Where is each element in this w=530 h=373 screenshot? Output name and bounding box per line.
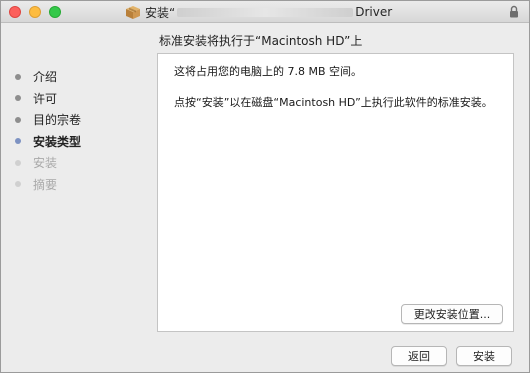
step-label: 目的宗卷 (33, 113, 82, 128)
step-label: 摘要 (33, 177, 58, 192)
step-destination: 目的宗卷 (15, 109, 145, 131)
step-installation-type: 安装类型 (15, 131, 145, 153)
package-icon (126, 5, 140, 19)
install-destination-heading: 标准安装将执行于“Macintosh HD”上 (159, 34, 363, 48)
step-bullet-active (15, 138, 21, 145)
back-button[interactable]: 返回 (391, 346, 447, 366)
step-label: 安装 (33, 156, 58, 171)
installer-steps: 介绍 许可 目的宗卷 安装类型 安装 摘要 (15, 66, 145, 195)
step-bullet (15, 159, 21, 166)
step-bullet (15, 95, 21, 102)
install-instruction-text: 点按“安装”以在磁盘“Macintosh HD”上执行此软件的标准安装。 (174, 96, 493, 109)
step-introduction: 介绍 (15, 66, 145, 88)
content-panel: 这将占用您的电脑上的 7.8 MB 空间。 点按“安装”以在磁盘“Macinto… (157, 53, 514, 332)
step-license: 许可 (15, 88, 145, 110)
install-button[interactable]: 安装 (456, 346, 512, 366)
step-bullet (15, 181, 21, 188)
step-label: 安装类型 (33, 134, 82, 149)
zoom-window-button[interactable] (49, 6, 61, 18)
close-window-button[interactable] (9, 6, 21, 18)
title-bar: 安装“ Driver (1, 1, 529, 23)
lock-icon (510, 5, 518, 18)
disk-space-text: 这将占用您的电脑上的 7.8 MB 空间。 (174, 65, 363, 78)
step-installation: 安装 (15, 152, 145, 174)
minimize-window-button[interactable] (29, 6, 41, 18)
step-label: 介绍 (33, 70, 58, 85)
step-bullet (15, 73, 21, 80)
change-install-location-button[interactable]: 更改安装位置... (401, 304, 503, 324)
window-title: 安装“ Driver (126, 4, 392, 20)
redacted-product-name (177, 7, 354, 17)
step-bullet (15, 116, 21, 123)
window-title-prefix: 安装“ (145, 5, 176, 20)
step-label: 许可 (33, 91, 58, 106)
step-summary: 摘要 (15, 174, 145, 196)
window-title-suffix: Driver (355, 5, 393, 19)
installer-window: 安装“ Driver 标准安装将执行于“Macintosh HD”上 介绍 许可… (0, 0, 530, 373)
